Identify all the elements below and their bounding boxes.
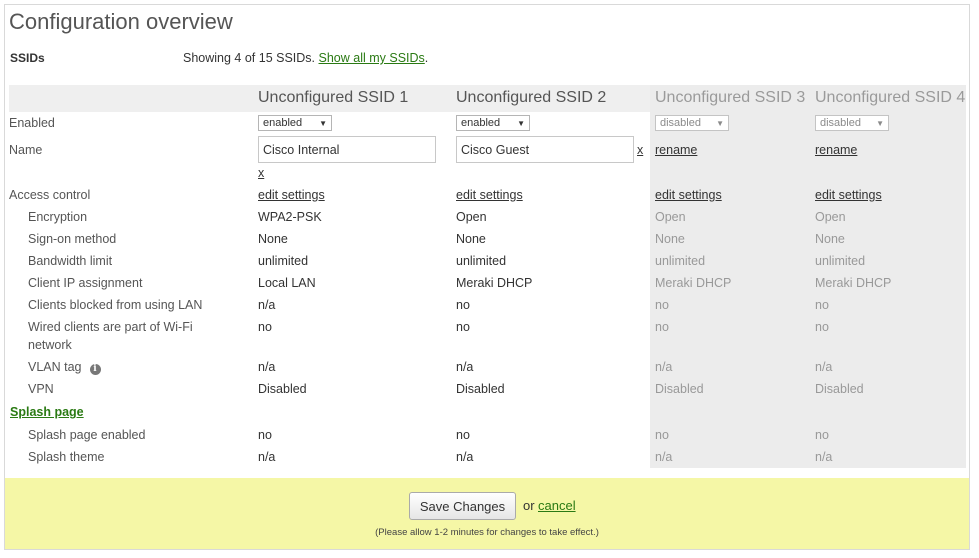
ssids-showing-text: Showing 4 of 15 SSIDs. bbox=[183, 51, 316, 65]
signon-value-ssid-4: None bbox=[815, 232, 845, 246]
rename-link-ssid-3[interactable]: rename bbox=[655, 143, 697, 157]
blocked-lan-value-ssid-1: n/a bbox=[258, 298, 276, 312]
row-label-access-control: Access control bbox=[9, 188, 91, 202]
wired-clients-value-ssid-2: no bbox=[456, 320, 470, 334]
splash-theme-value-ssid-3: n/a bbox=[655, 450, 673, 464]
enabled-select-value: disabled bbox=[820, 117, 861, 129]
bandwidth-value-ssid-4: unlimited bbox=[815, 254, 866, 268]
bandwidth-value-ssid-1: unlimited bbox=[258, 254, 309, 268]
save-note: (Please allow 1-2 minutes for changes to… bbox=[375, 527, 599, 538]
blocked-lan-value-ssid-2: no bbox=[456, 298, 470, 312]
row-label-splash-enabled: Splash page enabled bbox=[28, 428, 146, 442]
enabled-select-value: enabled bbox=[263, 117, 303, 129]
show-all-ssids-link[interactable]: Show all my SSIDs bbox=[319, 51, 425, 65]
enabled-select-ssid-1[interactable]: enabled ▼ bbox=[258, 115, 332, 131]
ssids-period: . bbox=[424, 51, 429, 65]
client-ip-value-ssid-3: Meraki DHCP bbox=[655, 276, 732, 290]
row-label-splash-theme: Splash theme bbox=[28, 450, 105, 464]
bandwidth-value-ssid-2: unlimited bbox=[456, 254, 507, 268]
vpn-value-ssid-3: Disabled bbox=[655, 382, 704, 396]
vpn-value-ssid-4: Disabled bbox=[815, 382, 864, 396]
encryption-value-ssid-1: WPA2-PSK bbox=[258, 210, 322, 224]
splash-enabled-value-ssid-1: no bbox=[258, 428, 272, 442]
row-label-vlan: VLAN tag i bbox=[28, 360, 101, 375]
rename-link-ssid-4[interactable]: rename bbox=[815, 143, 857, 157]
vpn-value-ssid-2: Disabled bbox=[456, 382, 505, 396]
splash-theme-value-ssid-1: n/a bbox=[258, 450, 276, 464]
save-bar: Save Changes or cancel (Please allow 1-2… bbox=[5, 478, 969, 549]
splash-enabled-value-ssid-2: no bbox=[456, 428, 470, 442]
row-label-enabled: Enabled bbox=[9, 116, 55, 130]
encryption-value-ssid-3: Open bbox=[655, 210, 686, 224]
vpn-value-ssid-1: Disabled bbox=[258, 382, 307, 396]
row-label-name: Name bbox=[9, 143, 43, 157]
enabled-select-ssid-3[interactable]: disabled ▼ bbox=[655, 115, 729, 131]
signon-value-ssid-2: None bbox=[456, 232, 486, 246]
encryption-value-ssid-2: Open bbox=[456, 210, 487, 224]
wired-clients-value-ssid-3: no bbox=[655, 320, 669, 334]
row-label-bandwidth: Bandwidth limit bbox=[28, 254, 113, 268]
or-text: or bbox=[523, 498, 535, 513]
dropdown-arrow-icon: ▼ bbox=[517, 118, 525, 128]
dropdown-arrow-icon: ▼ bbox=[319, 118, 327, 128]
dropdown-arrow-icon: ▼ bbox=[876, 118, 884, 128]
edit-settings-link-ssid-4[interactable]: edit settings bbox=[815, 188, 882, 202]
cancel-link[interactable]: cancel bbox=[538, 498, 576, 513]
remove-name-ssid-1[interactable]: x bbox=[258, 166, 264, 180]
vlan-value-ssid-4: n/a bbox=[815, 360, 833, 374]
ssids-count-text: Showing 4 of 15 SSIDs. Show all my SSIDs… bbox=[183, 51, 428, 65]
row-label-client-ip: Client IP assignment bbox=[28, 276, 143, 290]
wired-clients-value-ssid-4: no bbox=[815, 320, 829, 334]
enabled-select-value: enabled bbox=[461, 117, 501, 129]
blocked-lan-value-ssid-3: no bbox=[655, 298, 669, 312]
row-label-wired-clients-line2: network bbox=[28, 338, 72, 352]
edit-settings-link-ssid-2[interactable]: edit settings bbox=[456, 188, 523, 202]
row-label-vpn: VPN bbox=[28, 382, 54, 396]
blocked-lan-value-ssid-4: no bbox=[815, 298, 829, 312]
save-changes-button[interactable]: Save Changes bbox=[409, 492, 516, 520]
vlan-label-text: VLAN tag bbox=[28, 360, 82, 374]
bandwidth-value-ssid-3: unlimited bbox=[655, 254, 706, 268]
enabled-select-ssid-2[interactable]: enabled ▼ bbox=[456, 115, 530, 131]
vlan-value-ssid-3: n/a bbox=[655, 360, 673, 374]
row-label-blocked-lan: Clients blocked from using LAN bbox=[28, 298, 203, 312]
info-icon[interactable]: i bbox=[89, 364, 101, 375]
client-ip-value-ssid-4: Meraki DHCP bbox=[815, 276, 892, 290]
splash-page-link[interactable]: Splash page bbox=[10, 405, 84, 419]
row-label-encryption: Encryption bbox=[28, 210, 88, 224]
column-header-ssid-4: Unconfigured SSID 4 bbox=[815, 89, 966, 106]
column-header-ssid-3: Unconfigured SSID 3 bbox=[655, 89, 806, 106]
remove-name-ssid-2[interactable]: x bbox=[637, 143, 643, 157]
signon-value-ssid-1: None bbox=[258, 232, 288, 246]
enabled-select-ssid-4[interactable]: disabled ▼ bbox=[815, 115, 889, 131]
page-title: Configuration overview bbox=[9, 9, 233, 34]
client-ip-value-ssid-1: Local LAN bbox=[258, 276, 316, 290]
column-header-ssid-1: Unconfigured SSID 1 bbox=[258, 89, 409, 106]
name-input-ssid-2[interactable]: Cisco Guest bbox=[456, 136, 634, 163]
encryption-value-ssid-4: Open bbox=[815, 210, 846, 224]
enabled-select-value: disabled bbox=[660, 117, 701, 129]
signon-value-ssid-3: None bbox=[655, 232, 685, 246]
row-label-wired-clients: Wired clients are part of Wi-Fi bbox=[28, 320, 193, 334]
client-ip-value-ssid-2: Meraki DHCP bbox=[456, 276, 533, 290]
row-label-signon: Sign-on method bbox=[28, 232, 117, 246]
splash-theme-value-ssid-4: n/a bbox=[815, 450, 833, 464]
vlan-value-ssid-1: n/a bbox=[258, 360, 276, 374]
column-header-ssid-2: Unconfigured SSID 2 bbox=[456, 89, 607, 106]
dropdown-arrow-icon: ▼ bbox=[716, 118, 724, 128]
splash-enabled-value-ssid-3: no bbox=[655, 428, 669, 442]
vlan-value-ssid-2: n/a bbox=[456, 360, 474, 374]
name-input-ssid-1[interactable]: Cisco Internal bbox=[258, 136, 436, 163]
ssids-section-label: SSIDs bbox=[10, 51, 45, 65]
wired-clients-value-ssid-1: no bbox=[258, 320, 272, 334]
edit-settings-link-ssid-3[interactable]: edit settings bbox=[655, 188, 722, 202]
splash-enabled-value-ssid-4: no bbox=[815, 428, 829, 442]
edit-settings-link-ssid-1[interactable]: edit settings bbox=[258, 188, 325, 202]
splash-theme-value-ssid-2: n/a bbox=[456, 450, 474, 464]
